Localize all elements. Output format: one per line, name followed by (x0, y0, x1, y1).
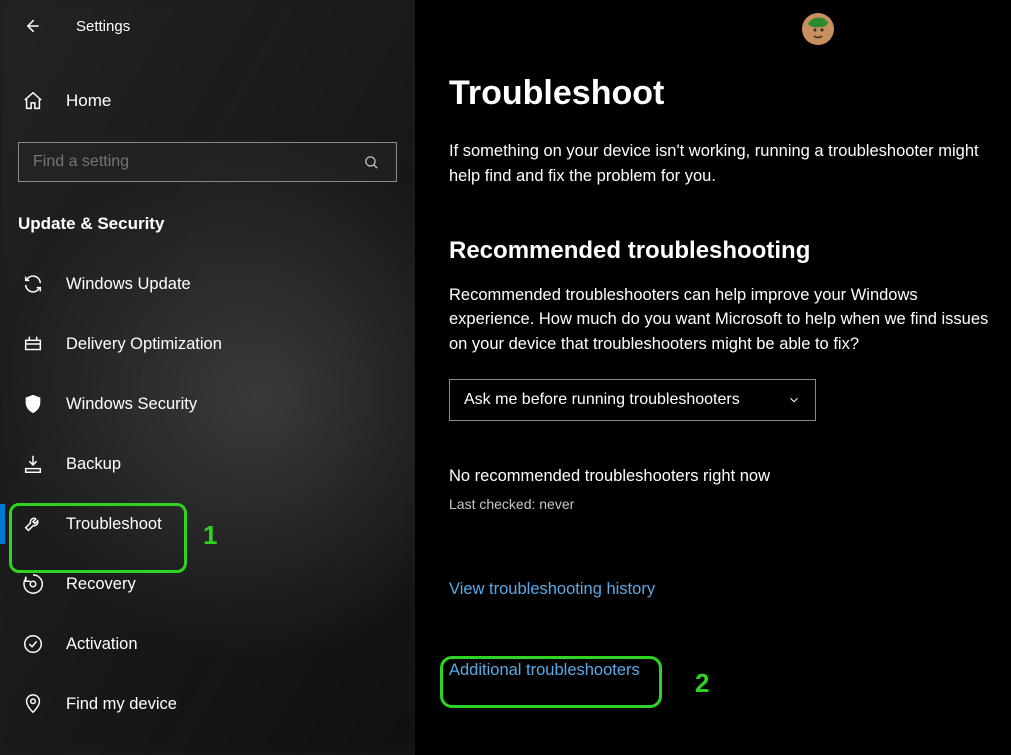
sync-icon (22, 273, 44, 295)
sidebar-item-label: Troubleshoot (66, 515, 162, 534)
wrench-icon (22, 513, 44, 535)
location-icon (22, 693, 44, 715)
sidebar-item-windows-update[interactable]: Windows Update (0, 254, 415, 314)
recommended-heading: Recommended troubleshooting (449, 237, 997, 265)
sidebar-home[interactable]: Home (0, 78, 415, 124)
search-input[interactable] (33, 153, 360, 171)
backup-icon (22, 453, 44, 475)
sidebar-item-label: Windows Security (66, 395, 197, 414)
check-circle-icon (22, 633, 44, 655)
sidebar: Settings Home Update & Security (0, 0, 415, 755)
recovery-icon (22, 573, 44, 595)
search-icon (360, 151, 382, 173)
sidebar-item-label: Find my device (66, 695, 177, 714)
page-title: Troubleshoot (449, 74, 997, 113)
sidebar-item-label: Recovery (66, 575, 136, 594)
app-title: Settings (76, 18, 130, 35)
last-checked: Last checked: never (449, 496, 997, 512)
search-box[interactable] (18, 142, 397, 182)
sidebar-nav: Windows Update Delivery Optimization Win… (0, 254, 415, 734)
sidebar-item-windows-security[interactable]: Windows Security (0, 374, 415, 434)
home-label: Home (66, 91, 111, 111)
intro-text: If something on your device isn't workin… (449, 139, 997, 189)
annotation-badge-2: 2 (695, 668, 709, 699)
sidebar-item-find-my-device[interactable]: Find my device (0, 674, 415, 734)
sidebar-item-label: Backup (66, 455, 121, 474)
home-icon (22, 90, 44, 112)
sidebar-item-backup[interactable]: Backup (0, 434, 415, 494)
sidebar-section-title: Update & Security (18, 214, 415, 234)
sidebar-item-activation[interactable]: Activation (0, 614, 415, 674)
sidebar-item-recovery[interactable]: Recovery (0, 554, 415, 614)
shield-icon (22, 393, 44, 415)
select-value: Ask me before running troubleshooters (464, 391, 740, 409)
annotation-badge-1: 1 (203, 520, 217, 551)
sidebar-top-row: Settings (0, 0, 415, 52)
additional-troubleshooters-link[interactable]: Additional troubleshooters (449, 661, 640, 680)
sidebar-item-label: Activation (66, 635, 138, 654)
sidebar-item-label: Delivery Optimization (66, 335, 222, 354)
view-history-link[interactable]: View troubleshooting history (449, 580, 655, 599)
recommended-status: No recommended troubleshooters right now (449, 467, 997, 486)
recommended-text: Recommended troubleshooters can help imp… (449, 283, 997, 357)
main-content: Troubleshoot If something on your device… (415, 0, 1011, 755)
arrow-left-icon (22, 15, 42, 37)
chevron-down-icon (787, 393, 801, 407)
delivery-icon (22, 333, 44, 355)
back-button[interactable] (22, 16, 42, 36)
search-wrap (0, 124, 415, 182)
troubleshoot-mode-select[interactable]: Ask me before running troubleshooters (449, 379, 816, 421)
sidebar-item-label: Windows Update (66, 275, 191, 294)
sidebar-item-delivery-optimization[interactable]: Delivery Optimization (0, 314, 415, 374)
user-avatar[interactable] (801, 12, 835, 46)
